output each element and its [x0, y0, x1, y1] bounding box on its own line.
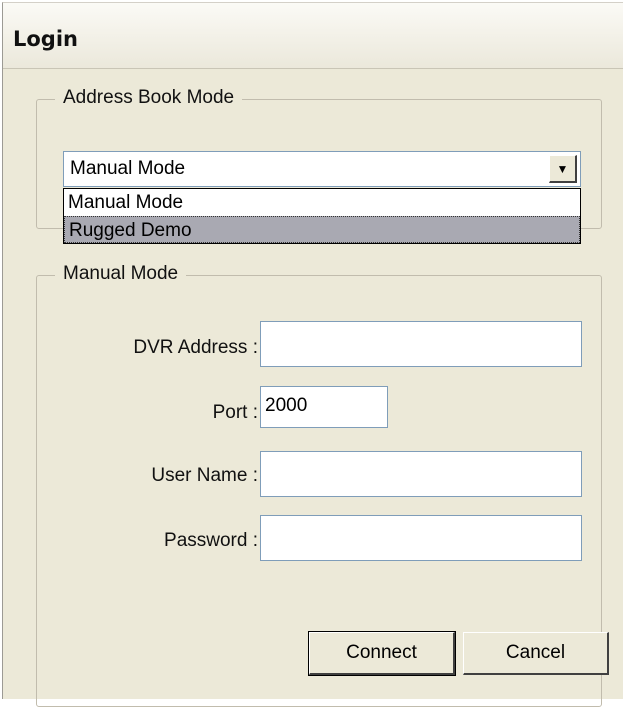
password-input[interactable] — [260, 515, 582, 561]
dvr-address-label: DVR Address : — [133, 337, 258, 358]
connect-button[interactable]: Connect — [308, 631, 456, 676]
dvr-address-input[interactable] — [260, 321, 582, 367]
username-input[interactable] — [260, 451, 582, 497]
dropdown-option-manual-mode[interactable]: Manual Mode — [64, 189, 580, 216]
password-label: Password : — [164, 530, 258, 551]
manual-mode-group-title: Manual Mode — [55, 263, 187, 285]
port-label: Port : — [212, 402, 258, 423]
dropdown-option-rugged-demo[interactable]: Rugged Demo — [64, 216, 580, 243]
address-book-group-title: Address Book Mode — [55, 87, 243, 109]
combobox-selected-value: Manual Mode — [70, 158, 186, 179]
login-dialog: Login Address Book Mode Manual Mode Manu… — [2, 2, 623, 707]
address-book-combobox[interactable]: Manual Mode ▼ — [63, 151, 581, 187]
window-title: Login — [13, 27, 78, 51]
port-input[interactable] — [260, 386, 388, 428]
username-label: User Name : — [151, 465, 258, 486]
chevron-down-icon: ▼ — [556, 161, 569, 176]
dropdown-arrow-button[interactable]: ▼ — [549, 155, 577, 183]
title-bar: Login — [3, 3, 623, 69]
cancel-button[interactable]: Cancel — [463, 632, 609, 675]
address-book-dropdown-list: Manual Mode Rugged Demo — [63, 188, 581, 244]
